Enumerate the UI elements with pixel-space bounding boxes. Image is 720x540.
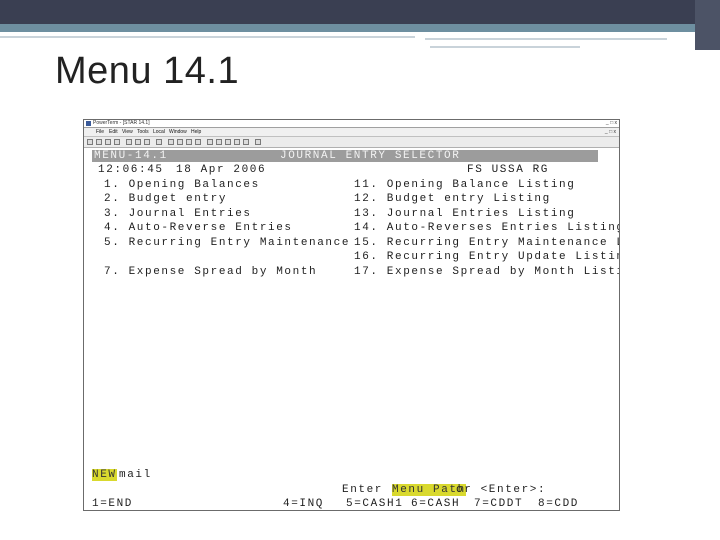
menu-local[interactable]: Local [153, 128, 165, 136]
menu-edit[interactable]: Edit [109, 128, 118, 136]
menu-option[interactable]: 13. Journal Entries Listing [354, 208, 575, 220]
menu-window[interactable]: Window [169, 128, 187, 136]
slide-deco-line [0, 36, 415, 38]
prompt-suffix: or <Enter>: [456, 484, 547, 496]
print-icon[interactable] [114, 139, 120, 145]
list-icon[interactable] [234, 139, 240, 145]
menu-option[interactable]: 4. Auto-Reverse Entries [104, 222, 293, 234]
settings-icon[interactable] [195, 139, 201, 145]
delete-icon[interactable] [225, 139, 231, 145]
toolbar [84, 137, 619, 148]
menu-option[interactable]: 5. Recurring Entry Maintenance [104, 237, 350, 249]
slide-accent-band [0, 24, 720, 32]
app-icon [86, 121, 91, 126]
menu-option[interactable]: 16. Recurring Entry Update Listing [354, 251, 619, 263]
prompt-prefix: Enter a [342, 484, 400, 496]
copy-icon[interactable] [135, 139, 141, 145]
menu-view[interactable]: View [122, 128, 133, 136]
menu-file[interactable]: File [96, 128, 104, 136]
slide-deco-line [425, 38, 667, 40]
slide-deco-block [695, 0, 720, 50]
menu-option[interactable]: 2. Budget entry [104, 193, 227, 205]
menu-path-field[interactable]: Menu Path [392, 484, 466, 496]
function-key[interactable]: 6=CASH [411, 498, 460, 510]
menu-option[interactable]: 17. Expense Spread by Month Listing [354, 266, 619, 278]
find-icon[interactable] [156, 139, 162, 145]
slide-deco-line [430, 46, 580, 48]
open-icon[interactable] [96, 139, 102, 145]
grid-icon[interactable] [243, 139, 249, 145]
menu-option[interactable]: 1. Opening Balances [104, 179, 260, 191]
help-icon[interactable] [255, 139, 261, 145]
record-icon[interactable] [207, 139, 213, 145]
window-title: PowerTerm - [STAR 14.1] [93, 120, 150, 126]
terminal-screenshot: PowerTerm - [STAR 14.1] _ □ x File Edit … [83, 119, 620, 511]
menu-option[interactable]: 11. Opening Balance Listing [354, 179, 575, 191]
cut-icon[interactable] [126, 139, 132, 145]
menu-tools[interactable]: Tools [137, 128, 149, 136]
screen-title: JOURNAL ENTRY SELECTOR [280, 150, 461, 162]
function-key[interactable]: 5=CASH1 [346, 498, 403, 510]
connect-icon[interactable] [168, 139, 174, 145]
window-controls[interactable]: _ □ x [606, 120, 617, 127]
menu-help[interactable]: Help [191, 128, 201, 136]
screen-time: 12:06:45 [98, 164, 164, 176]
new-icon[interactable] [87, 139, 93, 145]
document-icon[interactable] [186, 139, 192, 145]
menu-option[interactable]: 3. Journal Entries [104, 208, 252, 220]
slide-top-band [0, 0, 720, 24]
function-key[interactable]: 1=END [92, 498, 133, 510]
new-mail-indicator: NEW [92, 469, 117, 481]
paste-icon[interactable] [144, 139, 150, 145]
menu-option[interactable]: 15. Recurring Entry Maintenance List [354, 237, 619, 249]
menu-option[interactable]: 12. Budget entry Listing [354, 193, 551, 205]
screen-date: 18 Apr 2006 [176, 164, 267, 176]
terminal-screen[interactable]: MENU-14.1 JOURNAL ENTRY SELECTOR 12:06:4… [84, 148, 619, 510]
function-key[interactable]: 8=CDD [538, 498, 579, 510]
mail-label: mail [119, 469, 152, 481]
menu-option[interactable]: 7. Expense Spread by Month [104, 266, 317, 278]
disconnect-icon[interactable] [177, 139, 183, 145]
entity-code: FS USSA RG [467, 164, 550, 176]
save-icon[interactable] [105, 139, 111, 145]
menu-option[interactable]: 14. Auto-Reverses Entries Listing [354, 222, 619, 234]
document-controls[interactable]: _ □ x [605, 128, 616, 136]
menu-code: MENU-14.1 [94, 150, 168, 162]
function-key[interactable]: 7=CDDT [474, 498, 523, 510]
stop-icon[interactable] [216, 139, 222, 145]
window-titlebar: PowerTerm - [STAR 14.1] _ □ x [84, 120, 619, 128]
slide-title: Menu 14.1 [55, 50, 240, 92]
function-key[interactable]: 4=INQ [283, 498, 324, 510]
menubar: File Edit View Tools Local Window Help _… [84, 128, 619, 137]
